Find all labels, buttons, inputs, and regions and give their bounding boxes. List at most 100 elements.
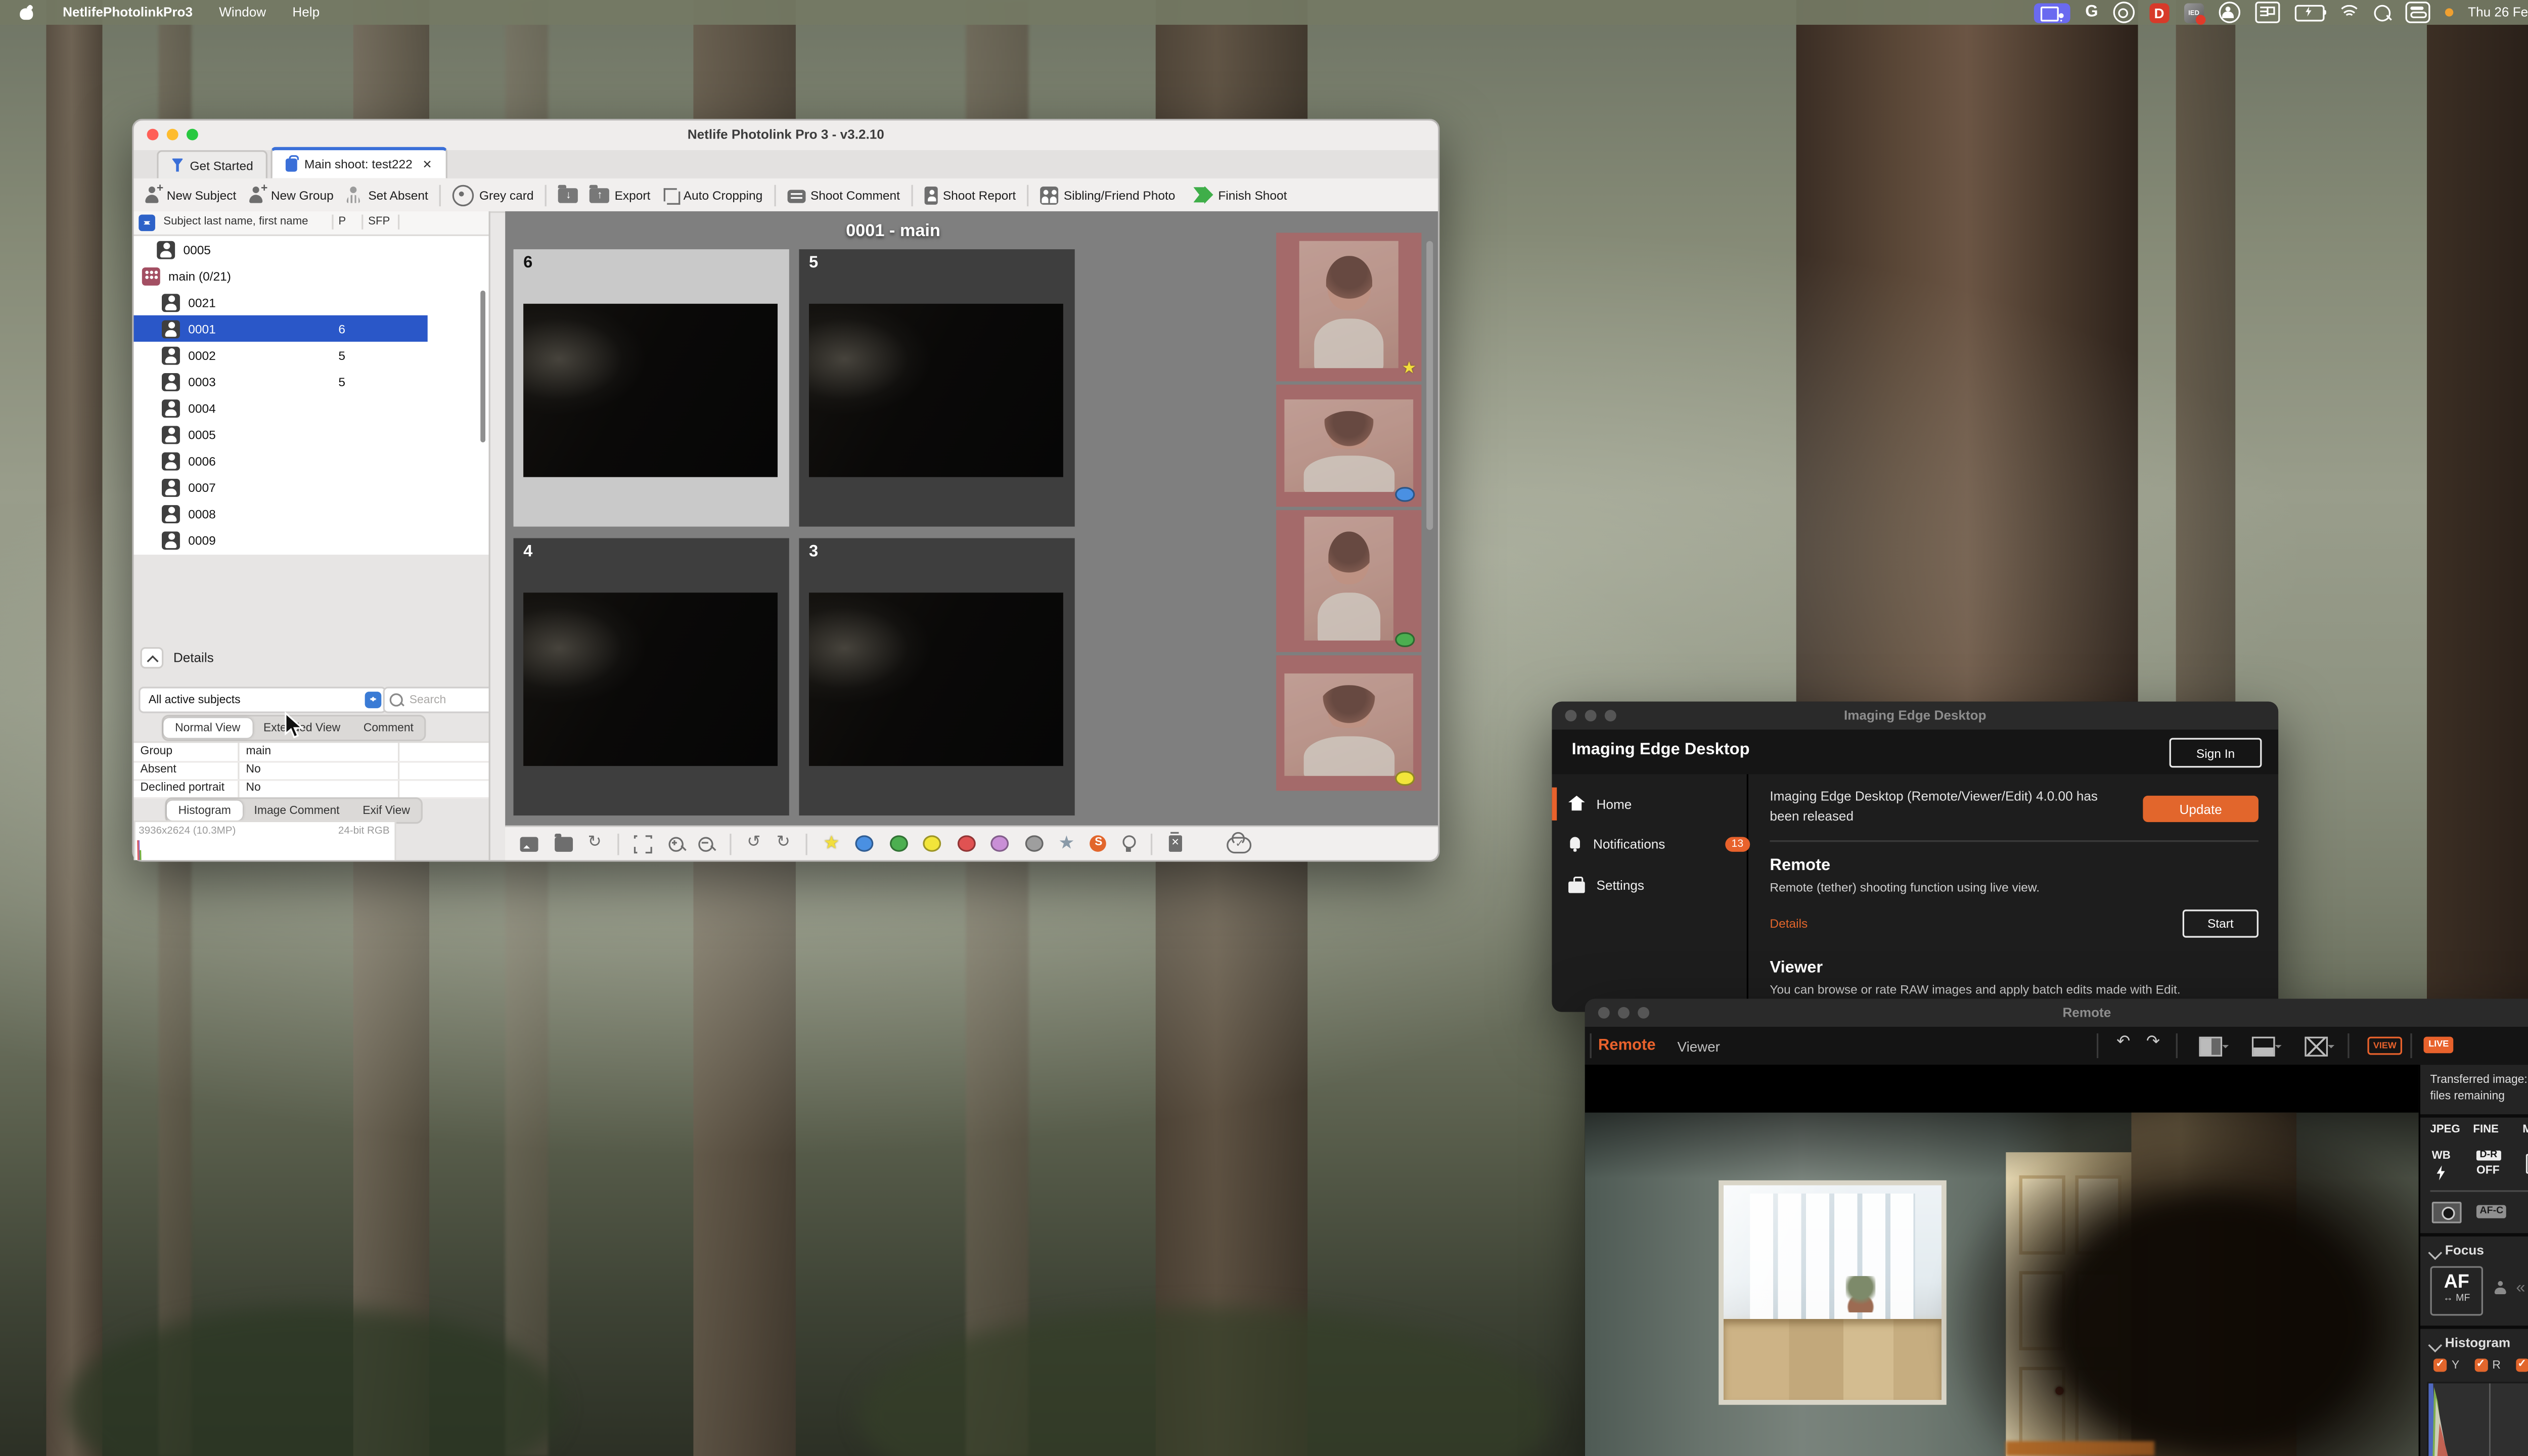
filmstrip-photo[interactable] xyxy=(1304,517,1393,641)
control-center-icon[interactable] xyxy=(2405,2,2430,23)
tag-grey[interactable] xyxy=(1024,835,1043,852)
image-view-icon[interactable] xyxy=(520,836,538,851)
photo-card-5[interactable]: 5 xyxy=(799,249,1075,527)
imaging-edge-titlebar[interactable]: Imaging Edge Desktop xyxy=(1552,701,2279,730)
rotate-right-icon[interactable]: ↷ xyxy=(2146,1034,2160,1052)
tag-purple[interactable] xyxy=(990,835,1009,852)
nav-home[interactable]: Home xyxy=(1552,787,1763,821)
new-group-button[interactable]: + New Group xyxy=(248,183,334,204)
keyboard-switcher-icon[interactable] xyxy=(2254,2,2280,23)
close-tab-icon[interactable]: ✕ xyxy=(422,158,432,171)
fullscreen-icon[interactable] xyxy=(633,833,655,854)
zoom-in-icon[interactable] xyxy=(668,836,684,851)
subject-row[interactable]: 0009 xyxy=(133,527,488,553)
metering-mode-icon[interactable] xyxy=(2431,1202,2462,1223)
star-badge[interactable]: ★ xyxy=(1402,360,1416,378)
subject-filter-select[interactable]: All active subjects xyxy=(139,687,387,713)
photo-card-3[interactable]: 3 xyxy=(799,538,1075,816)
filmstrip-card[interactable]: ★ xyxy=(1276,233,1422,382)
filmstrip-photo[interactable] xyxy=(1299,241,1398,369)
tag-red[interactable] xyxy=(957,835,975,852)
focus-step-buttons[interactable]: ««« xyxy=(2516,1280,2528,1298)
subject-row[interactable]: 0008 xyxy=(133,500,488,526)
filmstrip-card[interactable] xyxy=(1276,384,1422,507)
rate-star-grey[interactable]: ★ xyxy=(1058,834,1074,853)
export-button[interactable]: ↑ Export xyxy=(590,185,650,203)
group-row[interactable]: main (0/21) xyxy=(133,262,488,289)
subject-row[interactable]: 0004 xyxy=(133,394,488,421)
filmstrip-scrollbar[interactable] xyxy=(1426,241,1433,530)
refresh-icon[interactable]: ↻ xyxy=(588,835,601,852)
file-format-label[interactable]: JPEG xyxy=(2430,1124,2460,1136)
delete-icon[interactable]: ✕ xyxy=(1168,832,1182,852)
grey-card-button[interactable]: Grey card xyxy=(453,184,534,206)
photo-card-4[interactable]: 4 xyxy=(513,538,789,816)
photo-card-6[interactable]: 6 xyxy=(513,249,789,527)
tab-remote[interactable]: Remote xyxy=(1598,1037,1656,1055)
open-folder-icon[interactable] xyxy=(554,833,572,851)
menu-help[interactable]: Help xyxy=(279,5,333,20)
image-size-label[interactable]: M xyxy=(2522,1124,2528,1136)
green-badge[interactable] xyxy=(1395,631,1415,648)
photo-thumbnail[interactable] xyxy=(523,303,778,477)
layout-single-icon[interactable] xyxy=(2199,1036,2229,1057)
shoot-comment-button[interactable]: Shoot Comment xyxy=(787,188,900,203)
cloud-upload-icon[interactable]: ✓ xyxy=(1227,832,1252,854)
filmstrip-photo[interactable] xyxy=(1284,399,1414,492)
face-priority-icon[interactable] xyxy=(2493,1281,2508,1296)
tab-comment[interactable]: Comment xyxy=(352,718,425,738)
new-subject-button[interactable]: + New Subject xyxy=(144,183,236,204)
parallels-icon[interactable]: D xyxy=(2149,2,2170,23)
import-button[interactable]: ↓ xyxy=(558,185,578,203)
layout-split-icon[interactable] xyxy=(2251,1036,2282,1057)
subject-row[interactable]: 0005 xyxy=(133,421,488,447)
subject-row[interactable]: 0005 xyxy=(133,236,488,262)
af-mf-toggle[interactable]: AF ↔ MF xyxy=(2430,1266,2484,1316)
channel-g[interactable]: ✓G xyxy=(2515,1358,2528,1372)
rate-star-yellow[interactable]: ★ xyxy=(823,834,839,853)
white-balance-label[interactable]: WB xyxy=(2432,1151,2451,1162)
live-view[interactable] xyxy=(1585,1065,2419,1456)
sort-icon[interactable] xyxy=(139,213,155,231)
menu-app-name[interactable]: NetlifePhotolinkPro3 xyxy=(50,5,206,20)
subject-row-selected[interactable]: 0001 6 xyxy=(133,315,428,342)
search-input[interactable] xyxy=(406,692,479,708)
sibling-friend-photo-button[interactable]: Sibling/Friend Photo xyxy=(1041,186,1175,204)
screen-mirroring-icon[interactable] xyxy=(2034,2,2070,23)
remote-titlebar[interactable]: Remote xyxy=(1585,998,2528,1027)
subject-row[interactable]: 0006 xyxy=(133,447,488,474)
tab-exif-view[interactable]: Exif View xyxy=(351,801,421,821)
subject-row[interactable]: 0003 5 xyxy=(133,368,488,394)
dro-label[interactable]: D-R xyxy=(2476,1150,2501,1161)
tab-main-shoot[interactable]: Main shoot: test222 ✕ xyxy=(271,147,447,178)
zoom-out-icon[interactable] xyxy=(699,836,714,851)
details-link[interactable]: Details xyxy=(1770,916,1808,931)
subject-list-header[interactable]: Subject last name, first name P SFP xyxy=(133,211,489,236)
tab-get-started[interactable]: Get Started xyxy=(157,150,268,178)
tag-yellow[interactable] xyxy=(923,835,941,852)
set-absent-button[interactable]: Set Absent xyxy=(345,186,428,204)
imaging-edge-status-icon[interactable]: IED xyxy=(2184,2,2206,25)
nav-notifications[interactable]: Notifications 13 xyxy=(1552,827,1763,860)
start-button[interactable]: Start xyxy=(2182,909,2259,938)
channel-y[interactable]: ✓ Y xyxy=(2433,1358,2459,1372)
quality-label[interactable]: FINE xyxy=(2473,1124,2499,1136)
menu-window[interactable]: Window xyxy=(206,5,279,20)
tab-histogram[interactable]: Histogram xyxy=(166,800,243,821)
histogram-section-header[interactable]: Histogram xyxy=(2428,1336,2510,1352)
sign-in-button[interactable]: Sign In xyxy=(2169,738,2262,768)
creative-cloud-icon[interactable] xyxy=(2113,2,2135,23)
apple-menu-icon[interactable] xyxy=(20,5,33,20)
tab-normal-view[interactable]: Normal View xyxy=(163,718,252,738)
subject-row[interactable]: 0007 xyxy=(133,474,488,500)
menu-clock[interactable]: Thu 26 Feb 15:30 xyxy=(2468,5,2528,20)
view-badge[interactable]: VIEW xyxy=(2367,1036,2403,1055)
rotate-left-icon[interactable]: ↶ xyxy=(2116,1034,2130,1052)
filmstrip-card[interactable] xyxy=(1276,510,1422,652)
photo-thumbnail[interactable] xyxy=(809,593,1063,766)
auto-cropping-button[interactable]: Auto Cropping xyxy=(662,187,762,205)
filmstrip-card[interactable] xyxy=(1276,655,1422,791)
photo-thumbnail[interactable] xyxy=(809,303,1063,477)
photo-thumbnail[interactable] xyxy=(523,593,778,766)
layout-grid-icon[interactable] xyxy=(2305,1036,2335,1057)
